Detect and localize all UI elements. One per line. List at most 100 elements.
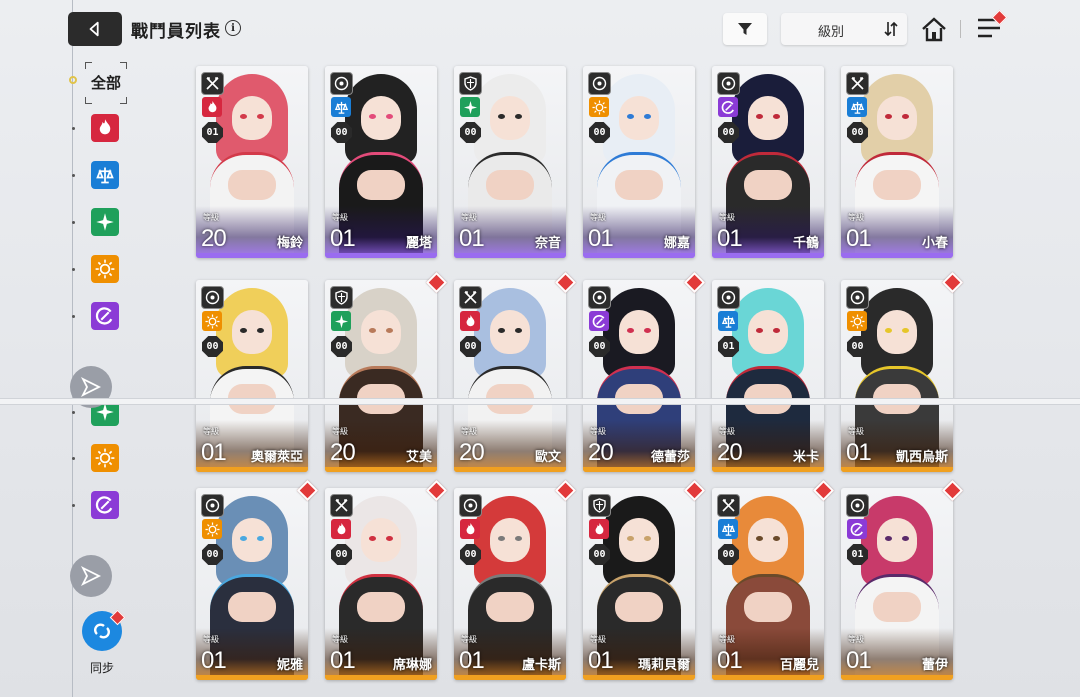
character-card[interactable]: 00 等級 01 娜嘉 bbox=[583, 66, 695, 258]
level-label: 等級 bbox=[719, 427, 735, 436]
level-label: 等級 bbox=[461, 635, 477, 644]
send-button-2[interactable] bbox=[70, 555, 112, 597]
filter-element-iron[interactable] bbox=[91, 302, 119, 330]
page-title: 戰鬥員列表 bbox=[131, 22, 221, 42]
electric-element-icon bbox=[95, 259, 115, 279]
character-name: 妮雅 bbox=[276, 658, 303, 673]
character-card[interactable]: 00 等級 01 瑪莉貝爾 bbox=[583, 479, 706, 680]
rarity-bar bbox=[583, 467, 695, 472]
attacker-class-icon bbox=[201, 72, 224, 95]
character-name: 梅鈴 bbox=[276, 236, 303, 251]
sidebar-divider bbox=[72, 0, 73, 697]
character-card[interactable]: 00 等級 01 千鶴 bbox=[712, 66, 824, 258]
filter-element-fire[interactable] bbox=[91, 114, 119, 142]
electric-element-icon bbox=[847, 311, 867, 331]
filter-all-button[interactable]: 全部 bbox=[85, 62, 127, 104]
character-card[interactable]: 01 等級 01 蕾伊 bbox=[841, 479, 964, 680]
sidebar-dot bbox=[72, 127, 75, 130]
level-label: 等級 bbox=[848, 635, 864, 644]
character-card[interactable]: 00 等級 01 凱西烏斯 bbox=[841, 271, 964, 472]
water-element-icon bbox=[96, 167, 114, 184]
burst-badge: 00 bbox=[331, 544, 352, 565]
sidebar-dot bbox=[72, 411, 75, 414]
back-button[interactable] bbox=[68, 12, 122, 46]
character-card[interactable]: 00 等級 01 奧爾萊亞 bbox=[196, 280, 308, 472]
character-card[interactable]: 00 等級 01 妮雅 bbox=[196, 479, 319, 680]
filter-icon bbox=[738, 23, 752, 35]
level-label: 等級 bbox=[332, 635, 348, 644]
sort-order-icon[interactable] bbox=[883, 20, 899, 38]
level-value: 01 bbox=[846, 439, 872, 466]
fire-element-icon bbox=[99, 119, 111, 135]
filter-element-water[interactable] bbox=[91, 161, 119, 189]
level-label: 等級 bbox=[461, 213, 477, 222]
rarity-bar bbox=[454, 253, 566, 258]
level-label: 等級 bbox=[848, 427, 864, 436]
info-icon[interactable]: i bbox=[225, 20, 241, 36]
supporter-class-icon bbox=[459, 494, 482, 517]
supporter-class-icon bbox=[330, 72, 353, 95]
filter-element-wind[interactable] bbox=[91, 208, 119, 236]
level-label: 等級 bbox=[461, 427, 477, 436]
character-card[interactable]: 00 等級 01 麗塔 bbox=[325, 66, 437, 258]
character-card[interactable]: 00 等級 20 艾美 bbox=[325, 271, 448, 472]
attacker-class-icon bbox=[330, 494, 353, 517]
level-value: 20 bbox=[459, 439, 485, 466]
sort-dropdown[interactable]: 級別 bbox=[781, 13, 907, 45]
burst-badge: 00 bbox=[847, 336, 868, 357]
rarity-bar bbox=[583, 675, 695, 680]
character-card[interactable]: 00 等級 01 百麗兒 bbox=[712, 479, 835, 680]
rarity-bar bbox=[325, 253, 437, 258]
supporter-class-icon bbox=[201, 494, 224, 517]
filter-element-electric[interactable] bbox=[91, 444, 119, 472]
sidebar-dot bbox=[72, 221, 75, 224]
level-value: 01 bbox=[717, 647, 743, 674]
character-card[interactable]: 01 等級 20 米卡 bbox=[712, 280, 824, 472]
character-name: 奧爾萊亞 bbox=[250, 450, 303, 465]
filter-button[interactable] bbox=[723, 13, 767, 45]
character-card[interactable]: 01 等級 20 梅鈴 bbox=[196, 66, 308, 258]
burst-badge: 00 bbox=[718, 544, 739, 565]
rarity-bar bbox=[841, 253, 953, 258]
level-value: 20 bbox=[717, 439, 743, 466]
level-label: 等級 bbox=[590, 213, 606, 222]
iron-element-icon bbox=[718, 97, 738, 117]
rarity-bar bbox=[454, 467, 566, 472]
supporter-class-icon bbox=[588, 286, 611, 309]
water-element-icon bbox=[331, 97, 351, 117]
screenshot-seam bbox=[0, 399, 1080, 404]
iron-element-icon bbox=[95, 307, 113, 325]
rarity-bar bbox=[841, 675, 953, 680]
home-icon[interactable] bbox=[920, 16, 948, 44]
rarity-bar bbox=[712, 467, 824, 472]
character-card[interactable]: 00 等級 01 奈音 bbox=[454, 66, 566, 258]
fire-element-icon bbox=[331, 519, 351, 539]
filter-element-electric[interactable] bbox=[91, 255, 119, 283]
level-value: 20 bbox=[201, 225, 227, 252]
character-card[interactable]: 00 等級 20 歐文 bbox=[454, 271, 577, 472]
fire-element-icon bbox=[460, 311, 480, 331]
defender-class-icon bbox=[330, 286, 353, 309]
level-value: 01 bbox=[846, 225, 872, 252]
rarity-bar bbox=[196, 675, 308, 680]
character-card[interactable]: 00 等級 01 小春 bbox=[841, 66, 953, 258]
electric-element-icon bbox=[589, 97, 609, 117]
iron-element-icon bbox=[847, 519, 867, 539]
level-value: 01 bbox=[459, 647, 485, 674]
sidebar-dot bbox=[72, 268, 75, 271]
character-name: 小春 bbox=[921, 236, 948, 251]
sidebar-dot bbox=[72, 315, 75, 318]
filter-element-iron[interactable] bbox=[91, 491, 119, 519]
character-card[interactable]: 00 等級 20 德蕾莎 bbox=[583, 271, 706, 472]
level-value: 01 bbox=[201, 439, 227, 466]
supporter-class-icon bbox=[717, 286, 740, 309]
character-card[interactable]: 00 等級 01 席琳娜 bbox=[325, 479, 448, 680]
sidebar-dot bbox=[72, 457, 75, 460]
character-card[interactable]: 00 等級 01 盧卡斯 bbox=[454, 479, 577, 680]
water-element-icon bbox=[718, 311, 738, 331]
wind-element-icon bbox=[96, 213, 114, 231]
level-label: 等級 bbox=[719, 635, 735, 644]
rarity-bar bbox=[325, 467, 437, 472]
rarity-bar bbox=[325, 675, 437, 680]
sort-label: 級別 bbox=[818, 25, 845, 40]
